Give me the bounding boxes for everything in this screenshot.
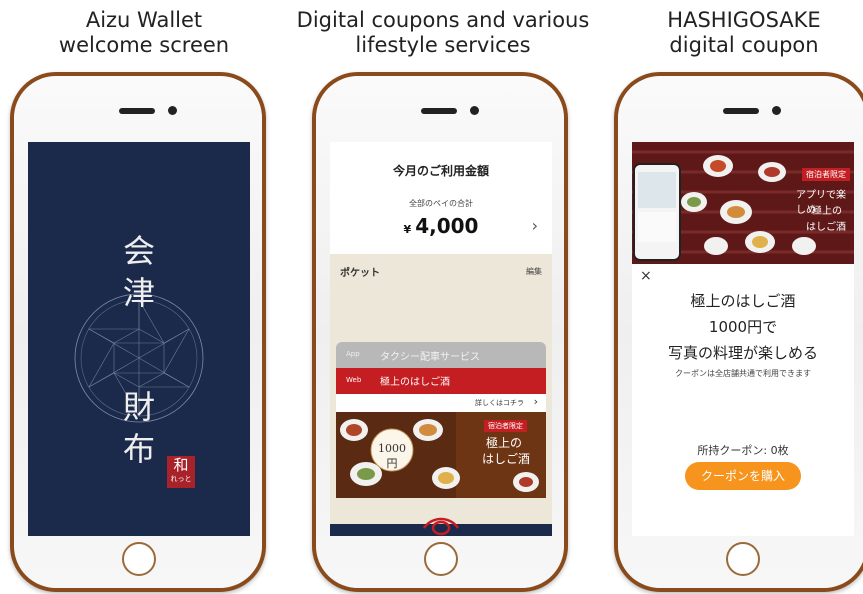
phone-coupon: 宿泊者限定 アプリで楽しめ 極上の はしご酒 × 極上のはしご酒 1000円で … bbox=[614, 72, 863, 592]
speaker-grille bbox=[119, 108, 155, 114]
hero-line: はしご酒 bbox=[806, 222, 846, 233]
front-camera bbox=[470, 106, 479, 115]
caption-coupons: Digital coupons and various lifestyle se… bbox=[293, 8, 593, 58]
monthly-total-panel[interactable]: 今月のご利用金額 全部のペイの合計 ¥4,000 › bbox=[330, 142, 552, 254]
monthly-total-title: 今月のご利用金額 bbox=[392, 164, 489, 178]
monthly-total-amount: ¥4,000 bbox=[330, 214, 552, 238]
home-button[interactable] bbox=[122, 542, 156, 576]
details-link[interactable]: 詳しくはコチラ bbox=[475, 398, 524, 408]
title-kanji: 津 bbox=[122, 274, 155, 312]
mizuhiki-knot-icon bbox=[422, 517, 460, 536]
details-link-row[interactable]: 詳しくはコチラ › bbox=[336, 394, 546, 412]
seal-sub: れっと bbox=[170, 475, 192, 483]
wallet-screen: 今月のご利用金額 全部のペイの合計 ¥4,000 › ポケット 編集 App タ… bbox=[330, 142, 552, 536]
chevron-right-icon[interactable]: › bbox=[532, 216, 538, 235]
coupon-headline: 写真の料理が楽しめる bbox=[667, 344, 818, 362]
banner-price: 1000円 bbox=[378, 442, 406, 470]
caption-line: Aizu Wallet bbox=[85, 8, 203, 32]
front-camera bbox=[772, 106, 781, 115]
banner-badge: 宿泊者限定 bbox=[484, 420, 527, 432]
caption-line: Digital coupons and various bbox=[296, 8, 590, 32]
coupon-hero-image: 宿泊者限定 アプリで楽しめ 極上の はしご酒 bbox=[632, 142, 854, 264]
front-camera bbox=[168, 106, 177, 115]
title-kanji: 布 bbox=[122, 430, 155, 468]
close-icon[interactable]: × bbox=[640, 268, 652, 284]
hero-badge: 宿泊者限定 bbox=[802, 168, 850, 181]
home-button[interactable] bbox=[726, 542, 760, 576]
coupon-banner-image[interactable]: 1000円 宿泊者限定 極上の はしご酒 bbox=[336, 412, 546, 498]
caption-line: lifestyle services bbox=[355, 33, 531, 57]
coupon-headline: 極上のはしご酒 bbox=[690, 292, 796, 310]
speaker-grille bbox=[421, 108, 457, 114]
buy-coupon-button[interactable]: クーポンを購入 bbox=[685, 462, 801, 490]
title-kanji: 会 bbox=[122, 232, 155, 270]
coupon-screen: 宿泊者限定 アプリで楽しめ 極上の はしご酒 × 極上のはしご酒 1000円で … bbox=[632, 142, 854, 536]
card-type-tag: App bbox=[346, 350, 360, 358]
coupon-note: クーポンは全店舗共通で利用できます bbox=[675, 369, 811, 378]
pocket-label: ポケット bbox=[340, 268, 380, 279]
caption-line: welcome screen bbox=[58, 33, 230, 57]
edit-button[interactable]: 編集 bbox=[526, 266, 542, 277]
amount-value: 4,000 bbox=[415, 214, 479, 238]
banner-title: 極上の bbox=[486, 436, 523, 450]
monthly-total-subtitle: 全部のペイの合計 bbox=[409, 199, 473, 208]
seal-main: 和 bbox=[173, 456, 189, 474]
caption-welcome: Aizu Wallet welcome screen bbox=[0, 8, 294, 58]
caption-line: HASHIGOSAKE bbox=[667, 8, 821, 32]
owned-coupon-count: 所持クーポン: 0枚 bbox=[697, 444, 789, 457]
chevron-right-icon: › bbox=[533, 395, 538, 408]
currency-symbol: ¥ bbox=[403, 223, 412, 236]
home-button[interactable] bbox=[424, 542, 458, 576]
caption-hashigosake: HASHIGOSAKE digital coupon bbox=[594, 8, 863, 58]
card-name: 極上のはしご酒 bbox=[380, 377, 450, 388]
hero-line: 極上の bbox=[812, 206, 842, 217]
caption-line: digital coupon bbox=[669, 33, 819, 57]
phone-wallet: 今月のご利用金額 全部のペイの合計 ¥4,000 › ポケット 編集 App タ… bbox=[312, 72, 568, 592]
hashigo-coupon-card[interactable]: Web 極上のはしご酒 bbox=[336, 368, 546, 394]
speaker-grille bbox=[723, 108, 759, 114]
welcome-screen[interactable]: 会 津 財 布 和 れっと bbox=[28, 142, 250, 536]
card-name: タクシー配車サービス bbox=[380, 352, 480, 363]
red-seal: 和 れっと bbox=[167, 456, 195, 488]
card-type-tag: Web bbox=[346, 376, 362, 384]
title-kanji: 財 bbox=[122, 388, 155, 426]
phone-welcome: 会 津 財 布 和 れっと bbox=[10, 72, 266, 592]
banner-title: はしご酒 bbox=[482, 452, 531, 466]
coupon-headline: 1000円で bbox=[708, 318, 778, 336]
